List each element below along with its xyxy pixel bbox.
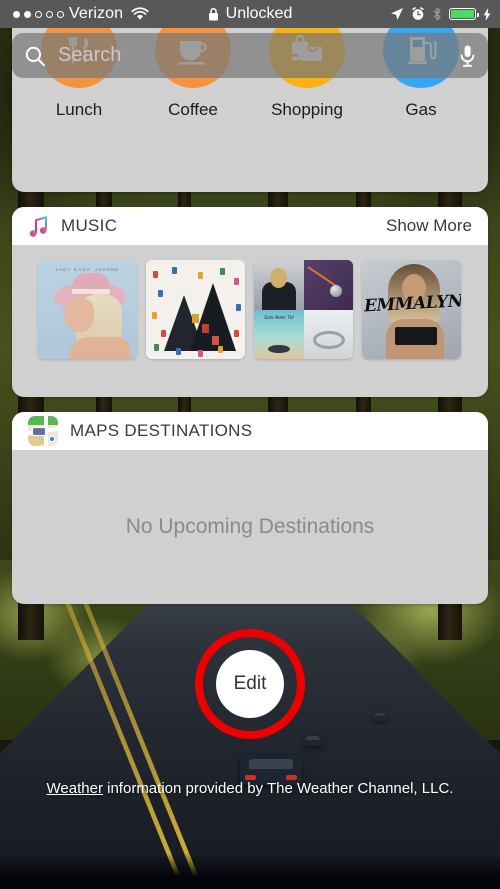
weather-link[interactable]: Weather (47, 780, 103, 797)
quick-action-label: Shopping (271, 100, 343, 119)
quick-actions-row: Lunch Coffee Shopping Gas (12, 0, 488, 192)
lightning-bolt-icon (483, 7, 491, 21)
wallpaper-foreground-shadow (0, 853, 500, 889)
edit-button[interactable]: Edit (216, 650, 284, 718)
music-widget-header: MUSIC Show More (12, 207, 488, 245)
collage-tile (254, 260, 304, 310)
signal-strength-dots (13, 10, 64, 18)
quick-actions-widget: Lunch Coffee Shopping Gas (12, 0, 488, 192)
lock-icon (208, 7, 219, 21)
album-art-emmalyn[interactable]: EMMALYN (362, 260, 461, 359)
status-bar: Verizon Unlocked (0, 0, 500, 28)
highway-shield-number: 280 (32, 427, 46, 436)
quick-action-label: Gas (405, 100, 437, 119)
music-widget: MUSIC Show More LADY GAGA JOANNE Suis Av… (12, 207, 488, 397)
microphone-icon[interactable] (459, 44, 476, 68)
maps-widget-header: 280 MAPS DESTINATIONS (12, 412, 488, 450)
music-note-icon (28, 215, 49, 238)
maps-destinations-widget: 280 MAPS DESTINATIONS No Upcoming Destin… (12, 412, 488, 604)
maps-empty-message: No Upcoming Destinations (125, 515, 375, 538)
album-credit: LADY GAGA JOANNE (55, 267, 120, 272)
album-art-playlist-collage[interactable]: Suis Avec Toi (254, 260, 353, 359)
quick-action-label: Lunch (55, 100, 103, 119)
search-bar[interactable]: Search (12, 33, 488, 78)
maps-widget-title: MAPS DESTINATIONS (70, 421, 253, 440)
bluetooth-icon (432, 7, 442, 21)
album-art-joanne[interactable]: LADY GAGA JOANNE (38, 260, 137, 359)
music-album-row: LADY GAGA JOANNE Suis Avec Toi EMMALYN (12, 245, 488, 359)
battery-icon (449, 8, 479, 20)
lock-status-label: Unlocked (225, 5, 293, 22)
collage-tile (303, 309, 353, 359)
status-bar-right (390, 7, 491, 21)
search-icon (24, 45, 46, 67)
collage-tile: Suis Avec Toi (254, 309, 304, 359)
alarm-clock-icon (411, 7, 425, 21)
status-bar-left: Verizon (0, 5, 149, 23)
collage-tile-caption: Suis Avec Toi (263, 314, 294, 321)
edit-button-area: Edit (195, 629, 305, 739)
collage-tile (303, 260, 353, 310)
music-show-more-button[interactable]: Show More (386, 216, 472, 236)
album-title-emmalyn: EMMALYN (363, 291, 461, 317)
wallpaper-car (372, 712, 388, 721)
quick-action-label: Coffee (168, 100, 218, 119)
location-arrow-icon (390, 7, 404, 21)
wallpaper-car (303, 735, 323, 746)
weather-attribution: Weather information provided by The Weat… (0, 780, 500, 797)
carrier-label: Verizon (69, 5, 124, 22)
maps-icon: 280 (28, 416, 58, 446)
wifi-icon (131, 7, 149, 21)
search-input-placeholder[interactable]: Search (58, 44, 121, 67)
music-widget-title: MUSIC (61, 216, 118, 235)
album-art-mountains[interactable] (146, 260, 245, 359)
weather-attribution-text: information provided by The Weather Chan… (102, 780, 454, 797)
